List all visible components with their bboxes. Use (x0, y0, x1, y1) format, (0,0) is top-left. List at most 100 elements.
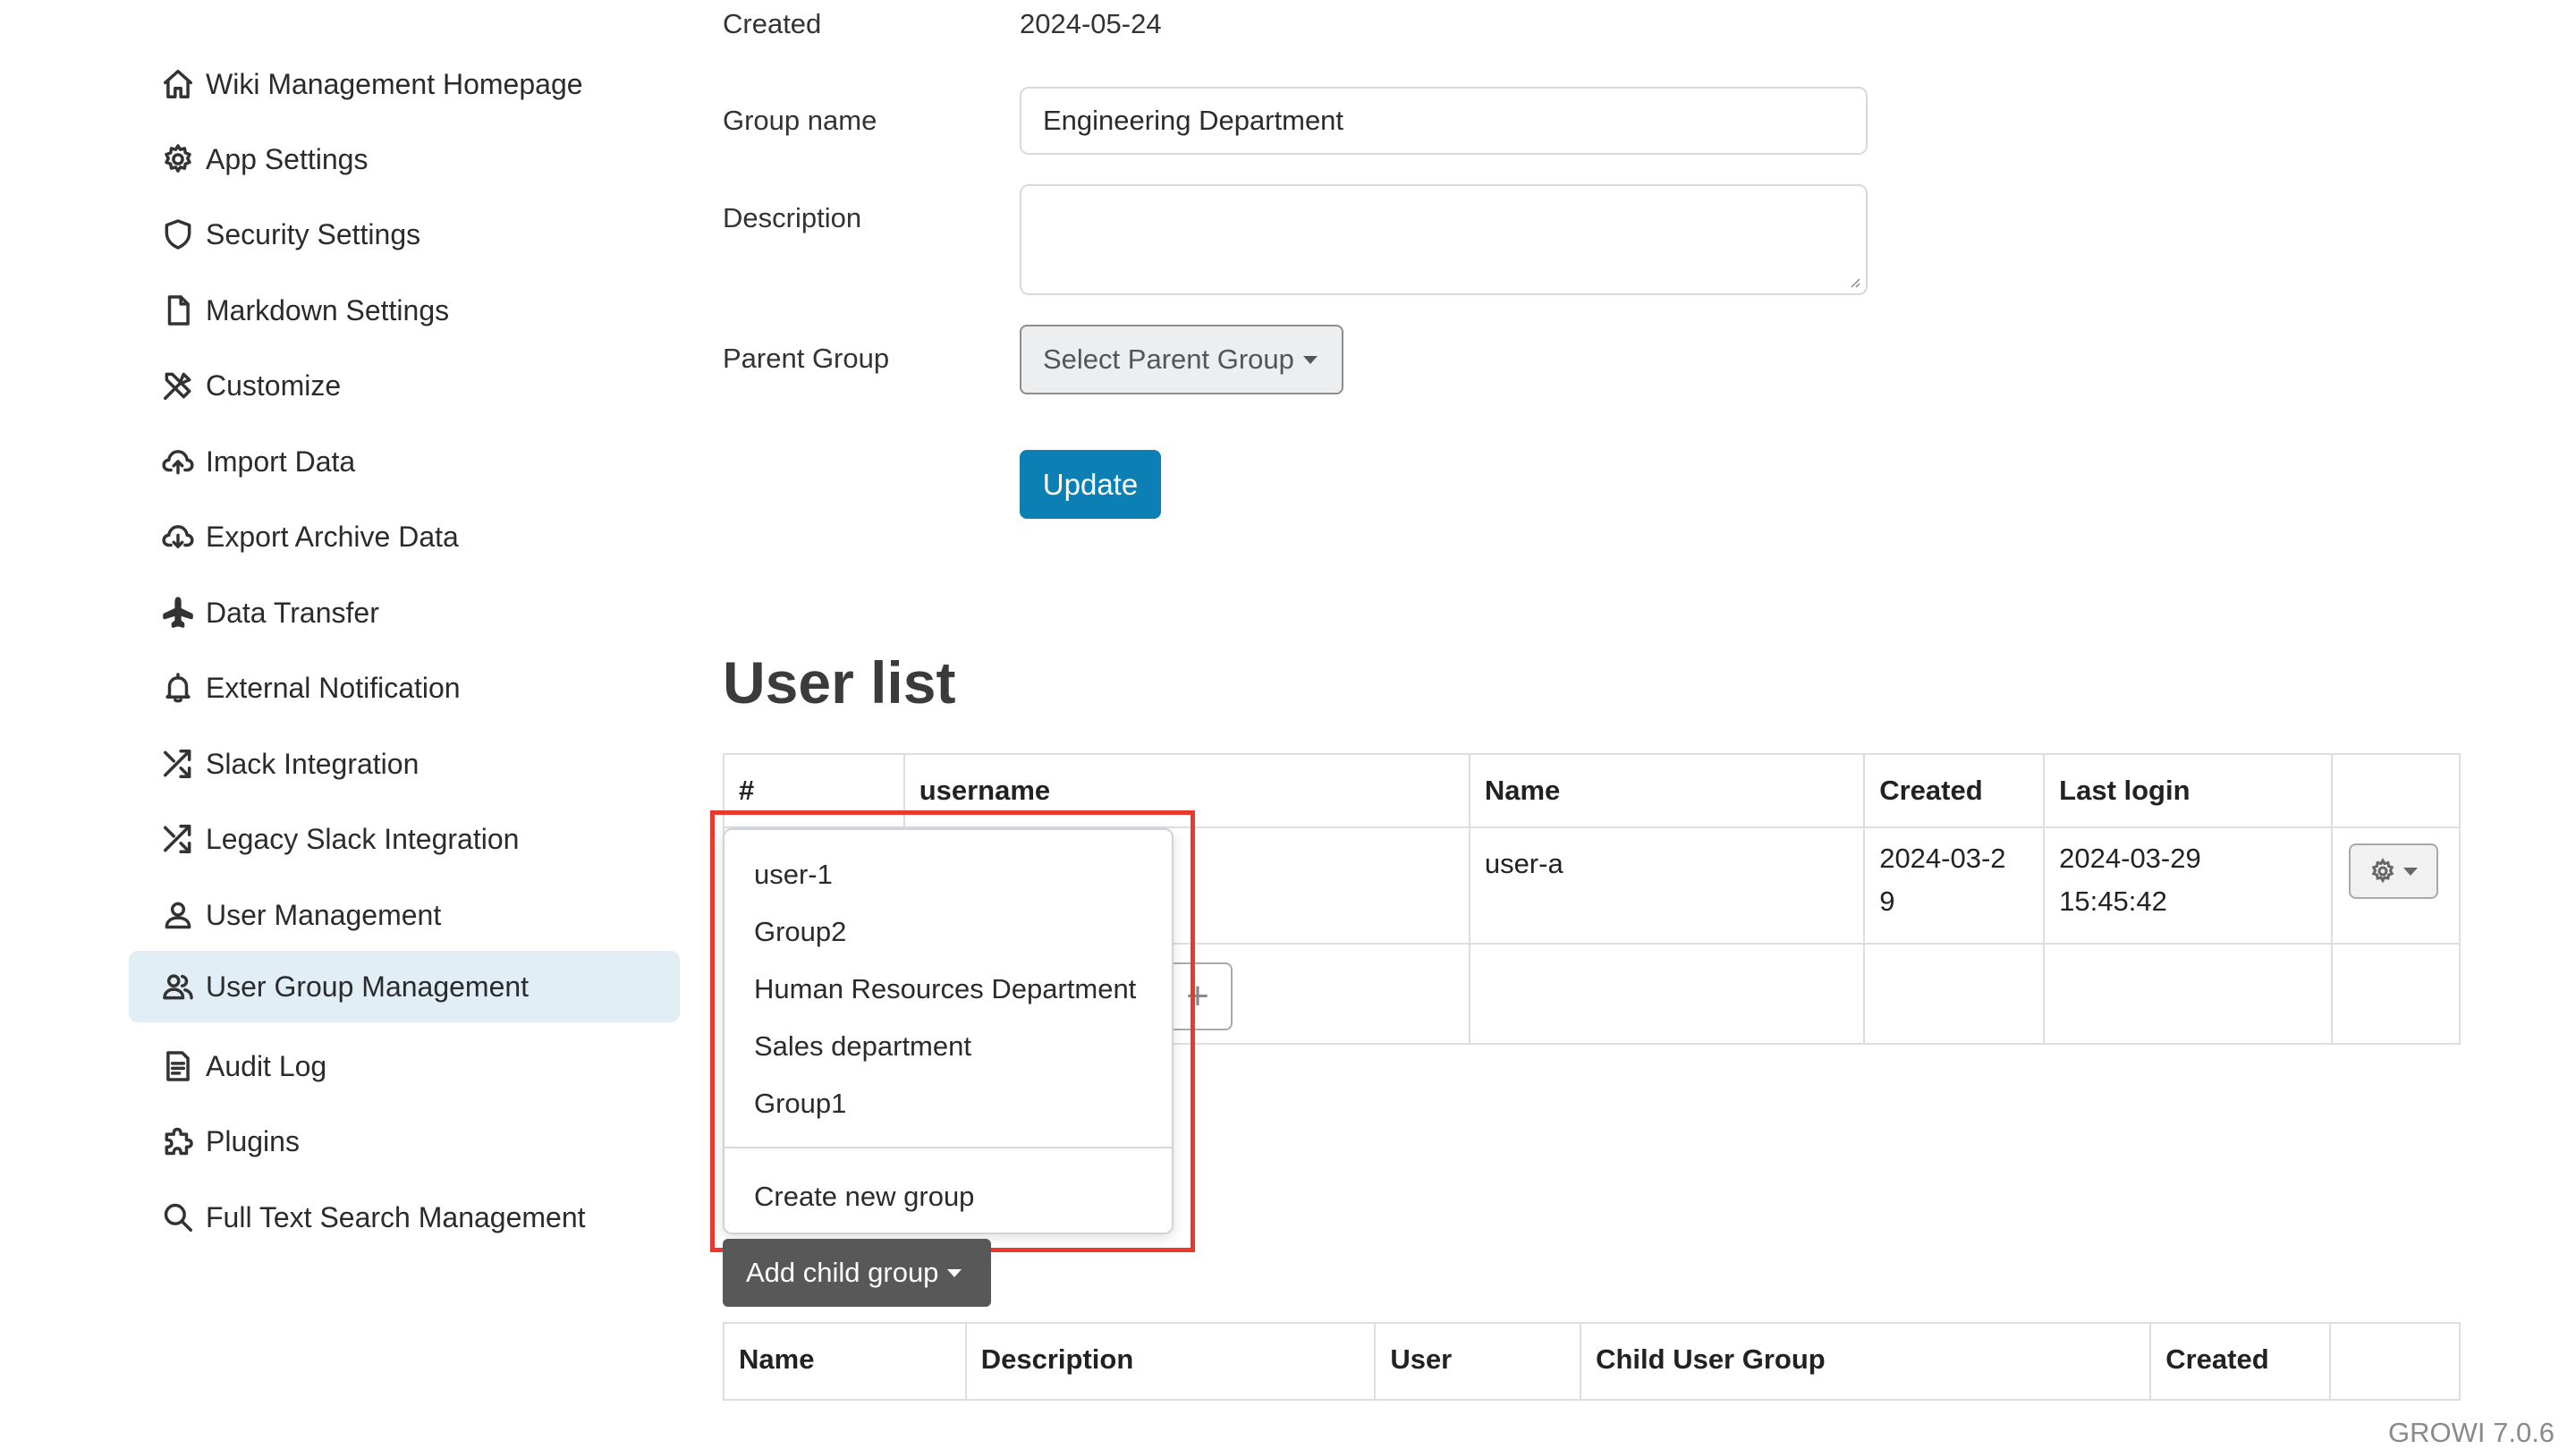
dropdown-item[interactable]: Group1 (724, 1075, 1172, 1132)
dropdown-item[interactable]: Sales department (724, 1018, 1172, 1075)
add-child-group-dropdown-menu: user-1 Group2 Human Resources Department… (723, 828, 1174, 1234)
table-cell (1468, 943, 1866, 1045)
sidebar-item-audit-log[interactable]: Audit Log (129, 1030, 680, 1102)
sidebar-item-label: Full Text Search Management (206, 1200, 586, 1233)
shield-icon (159, 216, 197, 253)
column-header: Child User Group (1580, 1322, 2152, 1401)
user-name: user-a (1484, 848, 1563, 879)
sidebar-item-app-settings[interactable]: App Settings (129, 123, 680, 195)
puzzle-icon (159, 1123, 197, 1160)
child-group-table: Name Description User Child User Group C… (723, 1322, 2461, 1401)
plus-icon: + (1186, 974, 1209, 1018)
home-icon (159, 65, 197, 103)
bell-icon (159, 669, 197, 707)
sidebar-item-external-notification[interactable]: External Notification (129, 652, 680, 724)
sidebar-item-label: Data Transfer (206, 596, 379, 629)
sidebar-item-label: Import Data (206, 445, 356, 478)
add-child-group-button[interactable]: Add child group (723, 1239, 991, 1307)
sidebar-item-label: Export Archive Data (206, 520, 459, 553)
created-label: Created (723, 8, 822, 39)
description-label: Description (723, 202, 862, 233)
sidebar-item-export-archive-data[interactable]: Export Archive Data (129, 501, 680, 572)
parent-group-select-label: Select Parent Group (1043, 343, 1294, 375)
sidebar-item-user-group-management[interactable]: User Group Management (129, 951, 680, 1022)
column-header (2330, 753, 2462, 828)
sidebar-item-label: Slack Integration (206, 747, 419, 780)
sidebar-item-wiki-management-homepage[interactable]: Wiki Management Homepage (129, 48, 680, 120)
tools-icon (159, 367, 197, 404)
update-button[interactable]: Update (1020, 450, 1161, 519)
document-icon (159, 1047, 197, 1085)
chevron-down-icon (1302, 355, 1318, 364)
sidebar-item-import-data[interactable]: Import Data (129, 426, 680, 497)
group-name-input[interactable] (1020, 87, 1868, 155)
chevron-down-icon (947, 1268, 962, 1277)
shuffle-icon (159, 820, 197, 858)
table-cell (2330, 943, 2462, 1045)
sidebar-item-label: Security Settings (206, 217, 421, 250)
column-header: Description (964, 1322, 1377, 1401)
parent-group-select[interactable]: Select Parent Group (1020, 325, 1343, 394)
user-created-cell: 2024-03-29 (1863, 826, 2046, 945)
sidebar-item-security-settings[interactable]: Security Settings (129, 199, 680, 270)
dropdown-item[interactable]: Group2 (724, 903, 1172, 961)
sidebar-item-slack-integration[interactable]: Slack Integration (129, 728, 680, 800)
sidebar-item-label: Markdown Settings (206, 293, 450, 326)
person-icon (159, 896, 197, 934)
dropdown-divider (724, 1147, 1172, 1148)
user-list-title: User list (723, 649, 956, 716)
create-new-group-item[interactable]: Create new group (724, 1168, 1172, 1225)
description-textarea[interactable] (1020, 184, 1868, 295)
people-icon (159, 968, 197, 1005)
gear-icon (2371, 858, 2394, 884)
sidebar-item-markdown-settings[interactable]: Markdown Settings (129, 275, 680, 346)
gear-icon (159, 140, 197, 178)
column-header: Created (2149, 1322, 2332, 1401)
sidebar-item-customize[interactable]: Customize (129, 350, 680, 421)
sidebar-item-legacy-slack-integration[interactable]: Legacy Slack Integration (129, 803, 680, 875)
column-header: # (723, 753, 905, 828)
user-last-login-cell: 2024-03-29 15:45:42 (2043, 826, 2333, 945)
dropdown-item[interactable]: user-1 (724, 846, 1172, 903)
airplane-icon (159, 594, 197, 631)
chevron-down-icon (2402, 867, 2418, 876)
column-header (2329, 1322, 2461, 1401)
resize-handle-icon[interactable] (1848, 275, 1860, 288)
group-name-label: Group name (723, 105, 877, 136)
sidebar-item-label: User Management (206, 898, 442, 931)
version-label: GROWI 7.0.6 (2388, 1417, 2555, 1448)
table-header-row: # username Name Created Last login (723, 753, 2462, 828)
cloud-download-icon (159, 518, 197, 555)
add-child-group-label: Add child group (746, 1257, 939, 1288)
sidebar-item-label: Plugins (206, 1124, 300, 1157)
table-cell (1863, 943, 2046, 1045)
file-icon (159, 292, 197, 329)
sidebar-item-label: Wiki Management Homepage (206, 67, 583, 100)
sidebar-item-label: Audit Log (206, 1049, 327, 1082)
sidebar-item-label: User Group Management (206, 970, 530, 1003)
column-header: Created (1863, 753, 2046, 828)
column-header: Name (1468, 753, 1866, 828)
sidebar-item-user-management[interactable]: User Management (129, 879, 680, 951)
user-name-cell: user-a (1468, 826, 1866, 945)
user-last-login: 2024-03-29 15:45:42 (2059, 843, 2201, 917)
sidebar-item-label: External Notification (206, 671, 461, 704)
dropdown-item[interactable]: Human Resources Department (724, 961, 1172, 1018)
shuffle-icon (159, 745, 197, 783)
created-value: 2024-05-24 (1020, 8, 1162, 39)
column-header: username (902, 753, 1470, 828)
sidebar-item-plugins[interactable]: Plugins (129, 1106, 680, 1177)
sidebar-item-full-text-search-management[interactable]: Full Text Search Management (129, 1182, 680, 1253)
column-header: User (1374, 1322, 1582, 1401)
sidebar-item-label: App Settings (206, 142, 369, 175)
user-created: 2024-03-29 (1879, 843, 2006, 917)
user-actions-button[interactable] (2348, 843, 2438, 899)
search-icon (159, 1199, 197, 1236)
cloud-upload-icon (159, 443, 197, 480)
column-header: Last login (2043, 753, 2333, 828)
table-cell (2043, 943, 2333, 1045)
column-header: Name (723, 1322, 967, 1401)
sidebar-item-label: Legacy Slack Integration (206, 822, 520, 855)
sidebar-item-data-transfer[interactable]: Data Transfer (129, 577, 680, 648)
user-actions-cell (2330, 826, 2462, 945)
